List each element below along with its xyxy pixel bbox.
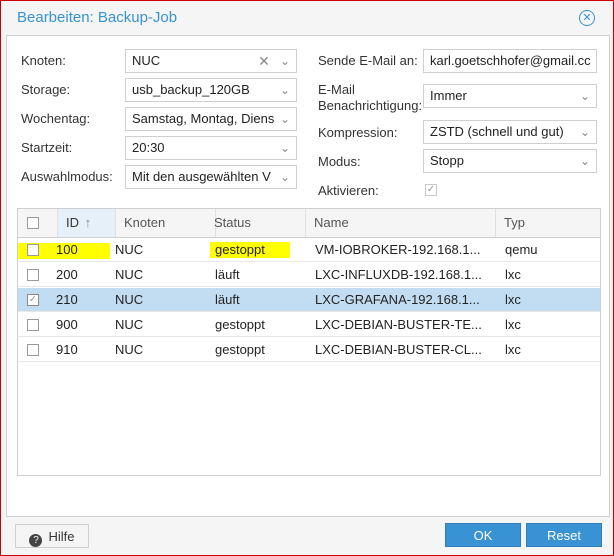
help-button[interactable]: ? Hilfe xyxy=(15,524,89,548)
reset-button[interactable]: Reset xyxy=(526,523,602,547)
row-checkbox-checked[interactable]: ✓ xyxy=(27,294,39,306)
grid-header: ID ↑ Knoten Status Name Typ xyxy=(18,209,600,238)
email-notify-label-line2: Benachrichtigung: xyxy=(318,98,423,113)
email-notify-label-line1: E-Mail xyxy=(318,82,355,97)
table-row[interactable]: 200 NUC läuft LXC-INFLUXDB-192.168.1... … xyxy=(18,263,600,287)
storage-value: usb_backup_120GB xyxy=(132,82,250,97)
table-row[interactable]: 910 NUC gestoppt LXC-DEBIAN-BUSTER-CL...… xyxy=(18,338,600,362)
row-type: lxc xyxy=(505,292,521,307)
mode-combobox[interactable]: Stopp ⌄ xyxy=(423,149,597,173)
weekday-combobox[interactable]: Samstag, Montag, Diens ⌄ xyxy=(125,107,297,131)
row-name: LXC-GRAFANA-192.168.1... xyxy=(315,292,480,307)
email-notify-combobox[interactable]: Immer ⌄ xyxy=(423,84,597,108)
row-id: 210 xyxy=(56,292,78,307)
row-status: läuft xyxy=(215,292,240,307)
column-header-status[interactable]: Status xyxy=(206,209,306,237)
chevron-down-icon[interactable]: ⌄ xyxy=(574,85,596,107)
dialog-footer xyxy=(1,517,613,555)
row-checkbox[interactable] xyxy=(27,319,39,331)
row-node: NUC xyxy=(115,267,144,282)
chevron-down-icon[interactable]: ⌄ xyxy=(274,50,296,72)
chevron-down-icon[interactable]: ⌄ xyxy=(274,108,296,130)
dialog-title: Bearbeiten: Backup-Job xyxy=(17,9,178,26)
email-to-input[interactable]: karl.goetschhofer@gmail.cc xyxy=(423,49,597,73)
selection-mode-label: Auswahlmodus: xyxy=(21,169,113,184)
table-row-selected[interactable]: ✓ 210 NUC läuft LXC-GRAFANA-192.168.1...… xyxy=(18,288,600,312)
backup-job-dialog: Bearbeiten: Backup-Job ✕ Knoten: NUC ✕ ⌄… xyxy=(0,0,614,556)
column-header-id[interactable]: ID ↑ xyxy=(58,209,116,237)
column-header-name[interactable]: Name xyxy=(306,209,496,237)
storage-combobox[interactable]: usb_backup_120GB ⌄ xyxy=(125,78,297,102)
mode-value: Stopp xyxy=(430,153,464,168)
row-type: qemu xyxy=(505,242,538,257)
row-status: gestoppt xyxy=(215,242,265,257)
question-icon: ? xyxy=(29,534,43,547)
close-icon[interactable]: ✕ xyxy=(579,10,595,26)
guest-grid: ID ↑ Knoten Status Name Typ 100 NUC gest… xyxy=(17,208,601,476)
start-time-label: Startzeit: xyxy=(21,140,73,155)
mode-label: Modus: xyxy=(318,154,361,169)
row-name: VM-IOBROKER-192.168.1... xyxy=(315,242,481,257)
row-name: LXC-INFLUXDB-192.168.1... xyxy=(315,267,482,282)
table-row[interactable]: 100 NUC gestoppt VM-IOBROKER-192.168.1..… xyxy=(18,238,600,262)
row-status: gestoppt xyxy=(215,317,265,332)
column-header-type[interactable]: Typ xyxy=(496,209,600,237)
enable-label: Aktivieren: xyxy=(318,183,379,198)
row-node: NUC xyxy=(115,342,144,357)
row-type: lxc xyxy=(505,342,521,357)
storage-label: Storage: xyxy=(21,82,71,97)
selection-mode-value: Mit den ausgewählten V xyxy=(132,169,271,184)
row-type: lxc xyxy=(505,317,521,332)
selection-mode-combobox[interactable]: Mit den ausgewählten V ⌄ xyxy=(125,165,297,189)
enable-checkbox[interactable]: ✓ xyxy=(425,184,437,196)
compression-value: ZSTD (schnell und gut) xyxy=(430,124,564,139)
node-value: NUC xyxy=(132,53,161,68)
row-status: gestoppt xyxy=(215,342,265,357)
compression-label: Kompression: xyxy=(318,125,398,140)
row-id: 100 xyxy=(56,242,78,257)
chevron-down-icon[interactable]: ⌄ xyxy=(274,79,296,101)
sort-ascending-icon: ↑ xyxy=(84,215,92,230)
row-node: NUC xyxy=(115,292,144,307)
start-time-combobox[interactable]: 20:30 ⌄ xyxy=(125,136,297,160)
row-name: LXC-DEBIAN-BUSTER-TE... xyxy=(315,317,482,332)
clear-icon[interactable]: ✕ xyxy=(256,50,272,72)
row-type: lxc xyxy=(505,267,521,282)
select-all-checkbox[interactable] xyxy=(27,217,39,229)
column-header-id-label: ID xyxy=(66,215,79,230)
start-time-value: 20:30 xyxy=(132,140,165,155)
chevron-down-icon[interactable]: ⌄ xyxy=(274,166,296,188)
email-notify-value: Immer xyxy=(430,88,467,103)
row-node: NUC xyxy=(115,242,144,257)
row-checkbox[interactable] xyxy=(27,244,39,256)
column-header-node[interactable]: Knoten xyxy=(116,209,216,237)
email-to-label: Sende E-Mail an: xyxy=(318,53,418,68)
row-id: 910 xyxy=(56,342,78,357)
dialog-header: Bearbeiten: Backup-Job ✕ xyxy=(1,1,613,35)
node-label: Knoten: xyxy=(21,53,66,68)
help-label: Hilfe xyxy=(48,529,75,544)
row-name: LXC-DEBIAN-BUSTER-CL... xyxy=(315,342,482,357)
chevron-down-icon[interactable]: ⌄ xyxy=(274,137,296,159)
chevron-down-icon[interactable]: ⌄ xyxy=(574,150,596,172)
row-id: 900 xyxy=(56,317,78,332)
row-node: NUC xyxy=(115,317,144,332)
node-combobox[interactable]: NUC ✕ ⌄ xyxy=(125,49,297,73)
table-row[interactable]: 900 NUC gestoppt LXC-DEBIAN-BUSTER-TE...… xyxy=(18,313,600,337)
ok-button[interactable]: OK xyxy=(445,523,521,547)
row-status: läuft xyxy=(215,267,240,282)
row-id: 200 xyxy=(56,267,78,282)
email-to-value: karl.goetschhofer@gmail.cc xyxy=(430,53,591,68)
row-checkbox[interactable] xyxy=(27,269,39,281)
row-checkbox[interactable] xyxy=(27,344,39,356)
chevron-down-icon[interactable]: ⌄ xyxy=(574,121,596,143)
weekday-value: Samstag, Montag, Diens xyxy=(132,111,275,126)
weekday-label: Wochentag: xyxy=(21,111,91,126)
select-all-cell xyxy=(18,209,58,237)
compression-combobox[interactable]: ZSTD (schnell und gut) ⌄ xyxy=(423,120,597,144)
